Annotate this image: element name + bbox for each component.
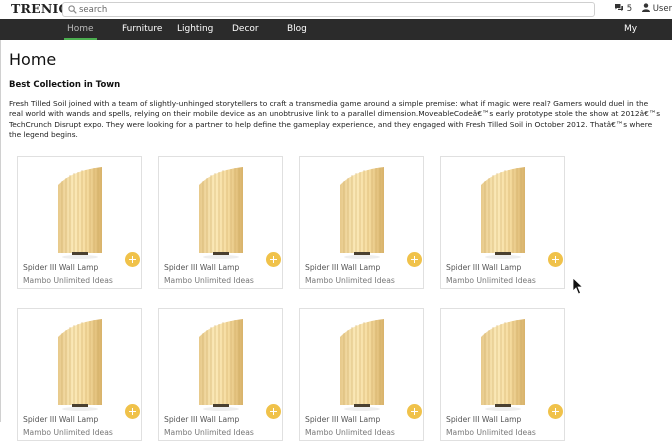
mouse-cursor-icon bbox=[572, 277, 584, 295]
product-maker[interactable]: Mambo Unlimited Ideas bbox=[446, 428, 536, 437]
nav-home[interactable]: Home bbox=[64, 19, 97, 40]
messages-button[interactable]: 5 bbox=[614, 3, 632, 15]
product-maker[interactable]: Mambo Unlimited Ideas bbox=[305, 276, 395, 285]
intro-paragraph: Fresh Tilled Soil joined with a team of … bbox=[9, 99, 661, 140]
search-icon bbox=[68, 5, 77, 14]
product-card[interactable]: Spider III Wall Lamp Mambo Unlimited Ide… bbox=[440, 156, 565, 289]
product-maker[interactable]: Mambo Unlimited Ideas bbox=[23, 276, 113, 285]
nav-decor[interactable]: Decor bbox=[232, 19, 259, 40]
wall-lamp-image bbox=[339, 166, 385, 260]
search-box[interactable] bbox=[62, 2, 595, 17]
product-maker[interactable]: Mambo Unlimited Ideas bbox=[164, 276, 254, 285]
add-to-collection-button[interactable] bbox=[266, 404, 281, 419]
product-card[interactable]: Spider III Wall Lamp Mambo Unlimited Ide… bbox=[299, 156, 424, 289]
user-icon bbox=[642, 3, 650, 12]
product-card[interactable]: Spider III Wall Lamp Mambo Unlimited Ide… bbox=[17, 156, 142, 289]
page-title: Home bbox=[9, 50, 57, 69]
chat-icon bbox=[615, 4, 623, 12]
user-menu[interactable]: User bbox=[642, 3, 672, 15]
product-card[interactable]: Spider III Wall Lamp Mambo Unlimited Ide… bbox=[158, 308, 283, 441]
wall-lamp-image bbox=[198, 318, 244, 412]
add-to-collection-button[interactable] bbox=[125, 252, 140, 267]
product-name[interactable]: Spider III Wall Lamp bbox=[164, 263, 239, 272]
product-name[interactable]: Spider III Wall Lamp bbox=[446, 415, 521, 424]
add-to-collection-button[interactable] bbox=[548, 252, 563, 267]
main-nav: Home Furniture Lighting Decor Blog My bbox=[0, 19, 672, 40]
product-maker[interactable]: Mambo Unlimited Ideas bbox=[23, 428, 113, 437]
page-subtitle: Best Collection in Town bbox=[9, 80, 121, 90]
wall-lamp-image bbox=[339, 318, 385, 412]
wall-lamp-image bbox=[198, 166, 244, 260]
nav-my[interactable]: My bbox=[624, 19, 637, 40]
product-maker[interactable]: Mambo Unlimited Ideas bbox=[305, 428, 395, 437]
product-name[interactable]: Spider III Wall Lamp bbox=[23, 263, 98, 272]
add-to-collection-button[interactable] bbox=[407, 252, 422, 267]
product-card[interactable]: Spider III Wall Lamp Mambo Unlimited Ide… bbox=[440, 308, 565, 441]
wall-lamp-image bbox=[57, 166, 103, 260]
product-card[interactable]: Spider III Wall Lamp Mambo Unlimited Ide… bbox=[17, 308, 142, 441]
wall-lamp-image bbox=[480, 318, 526, 412]
add-to-collection-button[interactable] bbox=[548, 404, 563, 419]
wall-lamp-image bbox=[480, 166, 526, 260]
nav-lighting[interactable]: Lighting bbox=[177, 19, 213, 40]
page-edge bbox=[0, 40, 1, 422]
add-to-collection-button[interactable] bbox=[407, 404, 422, 419]
product-maker[interactable]: Mambo Unlimited Ideas bbox=[164, 428, 254, 437]
product-name[interactable]: Spider III Wall Lamp bbox=[164, 415, 239, 424]
top-bar: TRENIQ 5 User bbox=[0, 0, 672, 19]
add-to-collection-button[interactable] bbox=[125, 404, 140, 419]
product-maker[interactable]: Mambo Unlimited Ideas bbox=[446, 276, 536, 285]
product-name[interactable]: Spider III Wall Lamp bbox=[23, 415, 98, 424]
add-to-collection-button[interactable] bbox=[266, 252, 281, 267]
nav-furniture[interactable]: Furniture bbox=[122, 19, 162, 40]
user-label: User bbox=[652, 4, 672, 14]
logo[interactable]: TRENIQ bbox=[11, 1, 70, 16]
product-card[interactable]: Spider III Wall Lamp Mambo Unlimited Ide… bbox=[158, 156, 283, 289]
product-name[interactable]: Spider III Wall Lamp bbox=[305, 415, 380, 424]
product-name[interactable]: Spider III Wall Lamp bbox=[305, 263, 380, 272]
wall-lamp-image bbox=[57, 318, 103, 412]
nav-blog[interactable]: Blog bbox=[287, 19, 307, 40]
product-card[interactable]: Spider III Wall Lamp Mambo Unlimited Ide… bbox=[299, 308, 424, 441]
messages-count: 5 bbox=[626, 4, 633, 14]
search-input[interactable] bbox=[79, 3, 579, 16]
product-name[interactable]: Spider III Wall Lamp bbox=[446, 263, 521, 272]
